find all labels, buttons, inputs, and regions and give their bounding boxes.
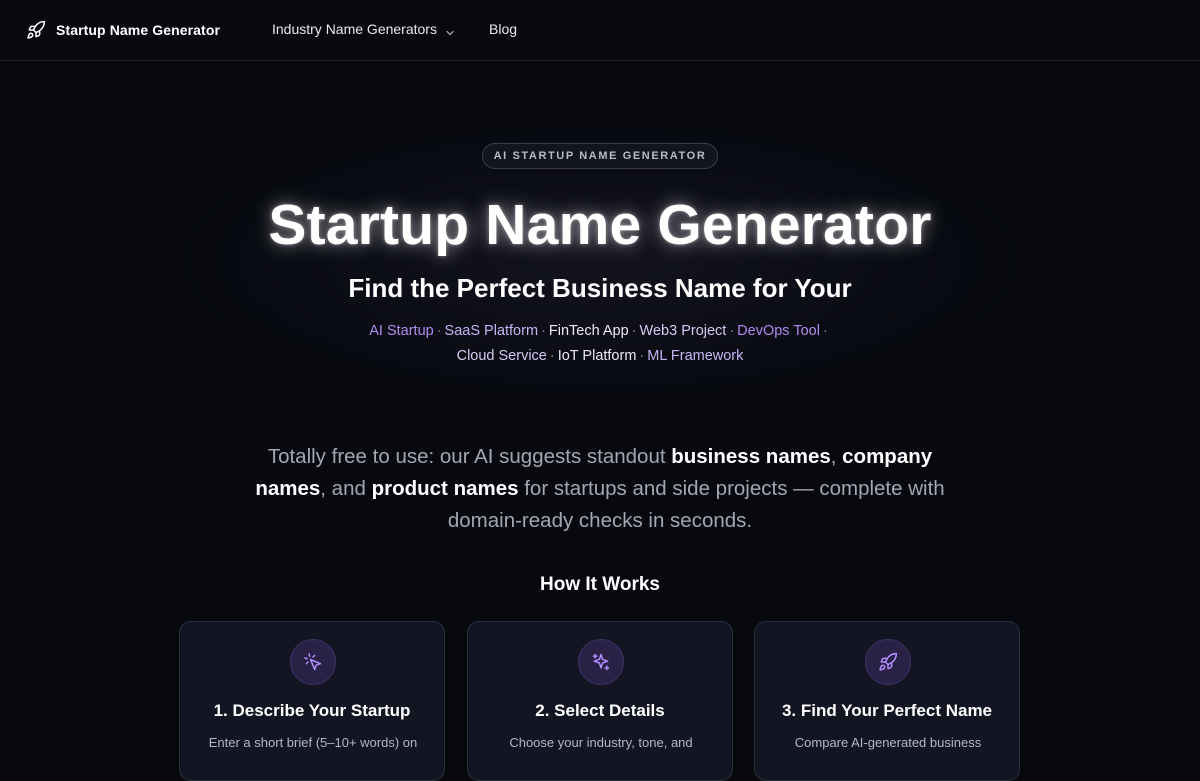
sparkles-icon [578, 639, 624, 685]
desc-bold-product-names: product names [371, 477, 519, 500]
desc-text-4: for startups and side projects — complet… [447, 477, 945, 532]
tag-ml-framework[interactable]: ML Framework [647, 348, 743, 364]
step-card-find-name: 3. Find Your Perfect Name Compare AI-gen… [754, 621, 1020, 781]
step-description: Choose your industry, tone, and [509, 735, 693, 750]
how-it-works-heading: How It Works [540, 574, 660, 595]
tag-separator: · [541, 323, 546, 339]
industry-tags-row-1: AI Startup · SaaS Platform · FinTech App · Web… [0, 321, 1200, 341]
page-title: Startup Name Generator [268, 193, 932, 257]
tag-web3-project[interactable]: Web3 Project [640, 323, 727, 339]
desc-text-3: , and [320, 477, 372, 500]
step-title: 3. Find Your Perfect Name [781, 701, 993, 720]
tag-separator: · [729, 323, 735, 339]
tag-fintech-app[interactable]: FinTech App [549, 323, 629, 339]
tag-saas-platform[interactable]: SaaS Platform [445, 323, 539, 339]
step-description: Enter a short brief (5–10+ words) on [208, 735, 418, 750]
nav-industry-label: Industry Name Generators [272, 21, 437, 37]
industry-tags-row-2: Cloud Service · IoT Platform · ML Framework [0, 346, 1200, 366]
tag-separator: · [549, 348, 555, 364]
tag-separator: · [639, 348, 645, 364]
hero-badge: AI STARTUP NAME GENERATOR [482, 143, 718, 169]
tag-devops-tool[interactable]: DevOps Tool [737, 323, 820, 339]
step-title: 2. Select Details [535, 701, 665, 720]
nav-industry-name-generators[interactable]: Industry Name Generators [272, 21, 455, 37]
step-title: 1. Describe Your Startup [213, 701, 411, 720]
desc-bold-business-names: business names [671, 445, 831, 468]
chevron-down-icon [445, 25, 455, 35]
step-card-describe: 1. Describe Your Startup Enter a short b… [179, 621, 445, 781]
step-card-select-details: 2. Select Details Choose your industry, … [467, 621, 733, 781]
hero-subtitle: Find the Perfect Business Name for Your [348, 273, 852, 303]
nav-blog-label: Blog [489, 21, 518, 37]
top-navigation: Startup Name Generator Industry Name Gen… [0, 0, 1200, 61]
nav-blog[interactable]: Blog [489, 21, 517, 37]
tag-iot-platform[interactable]: IoT Platform [558, 348, 637, 364]
rocket-icon [865, 639, 911, 685]
tag-separator: · [631, 323, 637, 339]
desc-text-1: Totally free to use: our AI suggests sta… [267, 445, 672, 468]
step-description: Compare AI-generated business [794, 735, 982, 750]
brand-logo-link[interactable]: Startup Name Generator [26, 18, 220, 42]
desc-text-2: , [830, 445, 843, 468]
brand-name: Startup Name Generator [56, 22, 221, 38]
hero-description: Totally free to use: our AI suggests sta… [240, 441, 960, 537]
tag-separator: · [436, 323, 442, 339]
rocket-icon [26, 20, 46, 40]
tag-ai-startup[interactable]: AI Startup [369, 323, 433, 339]
tag-cloud-service[interactable]: Cloud Service [457, 348, 547, 364]
tag-separator: · [822, 323, 828, 339]
cursor-click-icon [290, 639, 336, 685]
